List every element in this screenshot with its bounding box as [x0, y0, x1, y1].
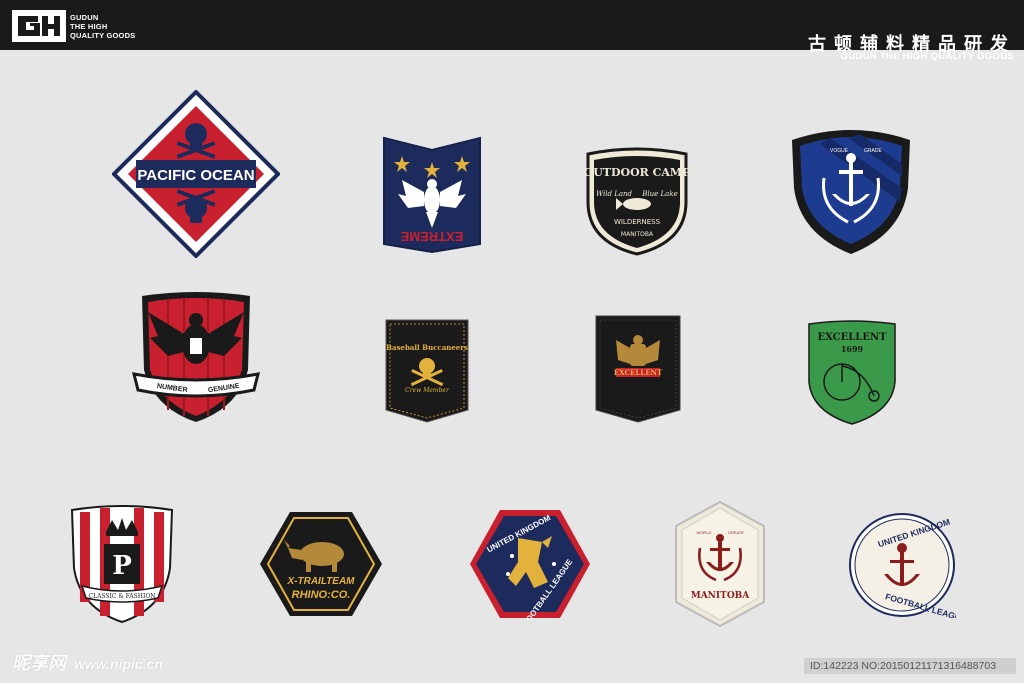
pacific-text: PACIFIC OCEAN [137, 167, 254, 184]
bucc-bottom: Crew Member [405, 387, 450, 394]
brand-text: GUDUN THE HIGH QUALITY GOODS [70, 13, 135, 40]
title-english: GUDUN THE HIGH QUALITY GOODS [840, 51, 1014, 62]
outdoor-right: Blue Lake [641, 190, 677, 198]
manitoba-badge: WORLD CREATE MANITOBA [674, 500, 766, 628]
pacific-ocean-badge: PACIFIC OCEAN [112, 90, 280, 258]
crown-shield-badge: P CLASSIC & FASHION [68, 504, 176, 624]
outdoor-left: Wild Land [596, 190, 633, 198]
gudun-logo-icon [12, 10, 66, 42]
brand-line: GUDUN [70, 13, 99, 22]
watermark: 昵享网 www.nipic.cn [12, 649, 163, 675]
rhino-badge: X-TRAILTEAM RHINO:CO. [258, 510, 384, 618]
rhino-line2: RHINO:CO. [292, 589, 351, 601]
manitoba-text: MANITOBA [691, 591, 751, 601]
watermark-text: 昵享网 [12, 653, 66, 673]
anchor-right: GRADE [864, 148, 882, 154]
brand-line: THE HIGH [70, 22, 108, 31]
anchor-shield-badge: VOGUE GRADE [790, 124, 912, 256]
crown-text: CLASSIC & FASHION [89, 593, 156, 600]
green-year: 1699 [841, 344, 864, 354]
outdoor-bottom: MANITOBA [621, 231, 654, 238]
crown-letter: P [112, 551, 132, 581]
manitoba-right: CREATE [728, 530, 744, 535]
eagle-shield-badge: NUMBER GENUINE [128, 290, 264, 426]
outdoor-camp-badge: OUTDOOR CAMP Wild Land Blue Lake WILDERN… [584, 146, 690, 256]
green-title: EXCELLENT [817, 332, 887, 343]
buccaneers-badge: Baseball Buccaneers Crew Member [384, 318, 470, 424]
uk-navy-badge: UNITED KINGDOM FOOTBALL LEAGUE [468, 508, 592, 620]
outdoor-title: OUTDOOR CAMP [584, 166, 690, 179]
outdoor-mid: WILDERNESS [614, 218, 661, 226]
lion-crest-badge: EXCELLENT [594, 314, 682, 424]
uk-circle-badge: UNITED KINGDOM FOOTBALL LEAGUE [848, 512, 956, 618]
bucc-top: Baseball Buccaneers [386, 343, 468, 352]
manitoba-left: WORLD [697, 530, 712, 535]
watermark-url[interactable]: www.nipic.cn [74, 656, 163, 672]
anchor-left: VOGUE [830, 148, 849, 154]
brand-line: QUALITY GOODS [70, 31, 136, 40]
bicycle-badge: EXCELLENT 1699 [806, 320, 898, 426]
rhino-line1: X-TRAILTEAM [286, 576, 355, 587]
image-id-bar: ID:142223 NO:20150121171316488703 [804, 658, 1016, 674]
lion-text: EXCELLENT [614, 368, 663, 377]
top-bar: GUDUN THE HIGH QUALITY GOODS 古顿辅料精品研发 [0, 0, 1024, 55]
extreme-text: EXTREME [400, 229, 463, 244]
extreme-badge: EXTREME [382, 136, 482, 256]
